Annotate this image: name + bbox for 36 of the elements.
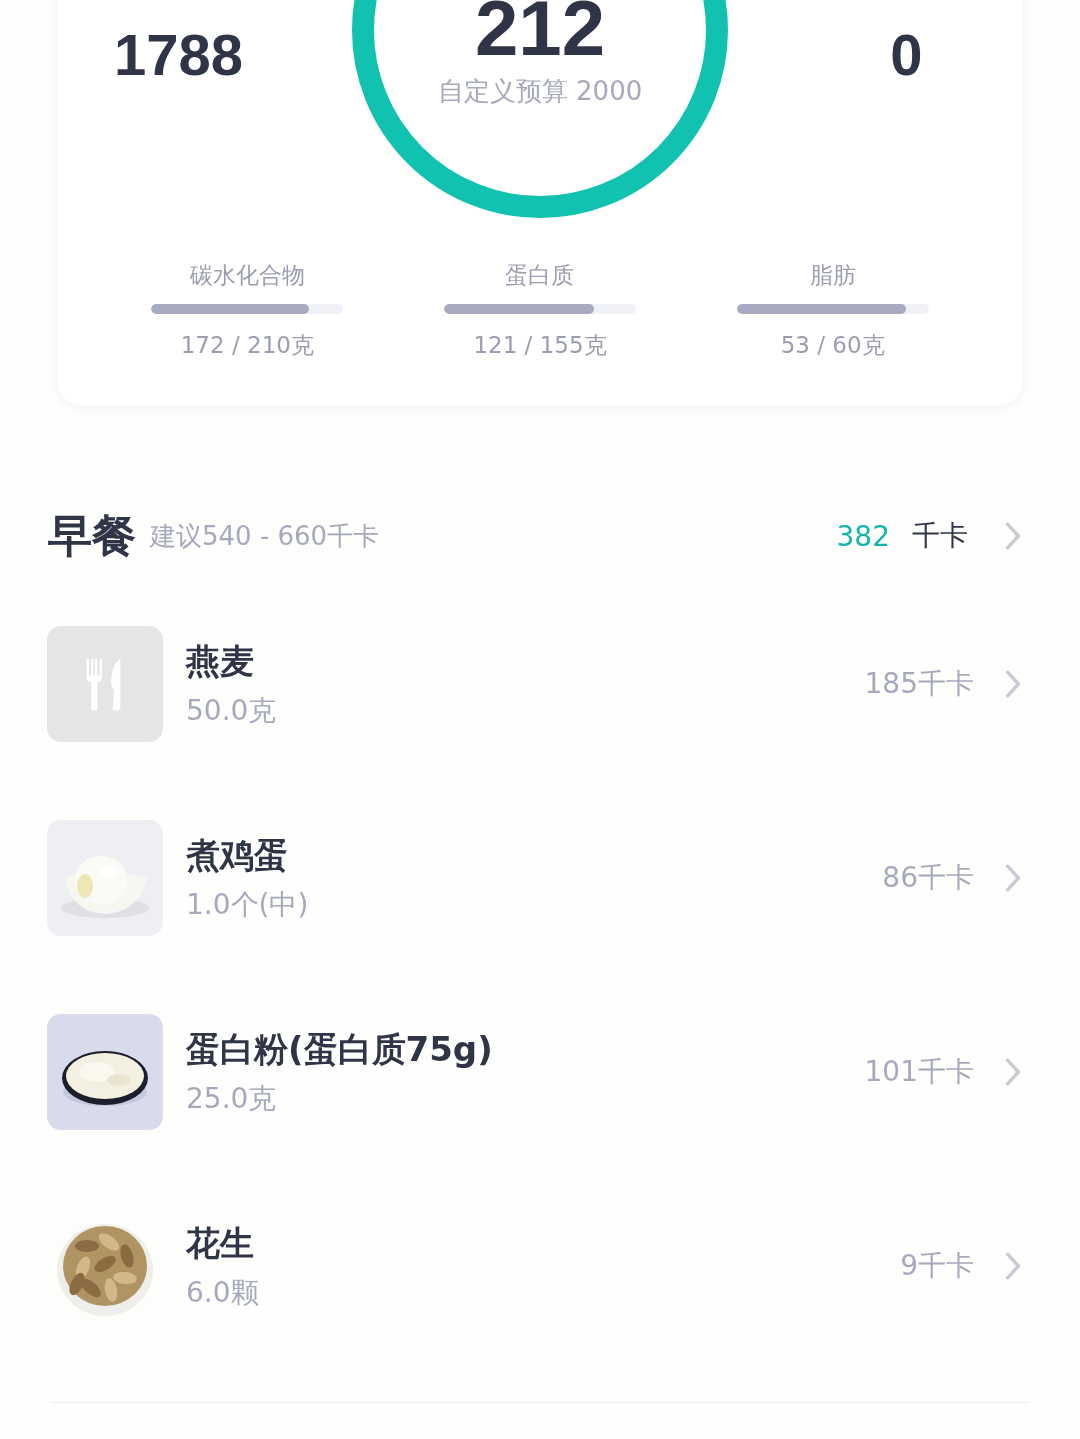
macro-label: 脂肪 — [809, 261, 856, 290]
intake-value: 1788 — [114, 25, 243, 89]
chevron-right-icon — [1004, 1251, 1022, 1281]
macro-reading: 172 / 210克 — [180, 331, 314, 360]
food-name: 燕麦 — [186, 640, 255, 683]
burned-value: 0 — [890, 25, 923, 89]
food-calories: 185千卡 — [864, 666, 974, 702]
chevron-right-icon — [1004, 521, 1022, 551]
macro-reading: 53 / 60克 — [780, 331, 885, 360]
remaining-calories: 212 — [474, 0, 606, 68]
food-row[interactable]: 燕麦 50.0克 185千卡 — [0, 626, 1080, 742]
chevron-right-icon — [1004, 863, 1022, 893]
macro-label: 碳水化合物 — [189, 261, 305, 290]
budget-label: 自定义预算 2000 — [437, 75, 643, 108]
chevron-right-icon — [1004, 669, 1022, 699]
chevron-right-icon — [1004, 1057, 1022, 1087]
food-calories: 9千卡 — [900, 1248, 974, 1284]
meal-header[interactable]: 早餐 建议540 - 660千卡 382 千卡 — [0, 506, 1080, 566]
food-calories: 101千卡 — [864, 1054, 974, 1090]
meal-calories: 382 — [836, 519, 890, 553]
food-row[interactable]: 蛋白粉(蛋白质75g) 25.0克 101千卡 — [0, 1014, 1080, 1130]
food-name: 蛋白粉(蛋白质75g) — [186, 1028, 494, 1071]
food-amount: 1.0个(中) — [186, 887, 310, 923]
food-name: 煮鸡蛋 — [186, 834, 289, 877]
food-amount: 50.0克 — [186, 693, 278, 729]
food-name: 花生 — [186, 1222, 255, 1265]
calorie-unit: 千卡 — [912, 518, 968, 554]
food-row[interactable]: 煮鸡蛋 1.0个(中) 86千卡 — [0, 820, 1080, 936]
food-amount: 6.0颗 — [186, 1275, 260, 1311]
meal-title: 早餐 — [48, 508, 136, 563]
food-row[interactable]: 花生 6.0颗 9千卡 — [0, 1208, 1080, 1324]
food-amount: 25.0克 — [186, 1081, 278, 1117]
macro-label: 蛋白质 — [505, 261, 575, 290]
food-calories: 86千卡 — [882, 860, 974, 896]
macro-reading: 121 / 155克 — [473, 331, 607, 360]
meal-suggestion: 建议540 - 660千卡 — [150, 519, 380, 553]
